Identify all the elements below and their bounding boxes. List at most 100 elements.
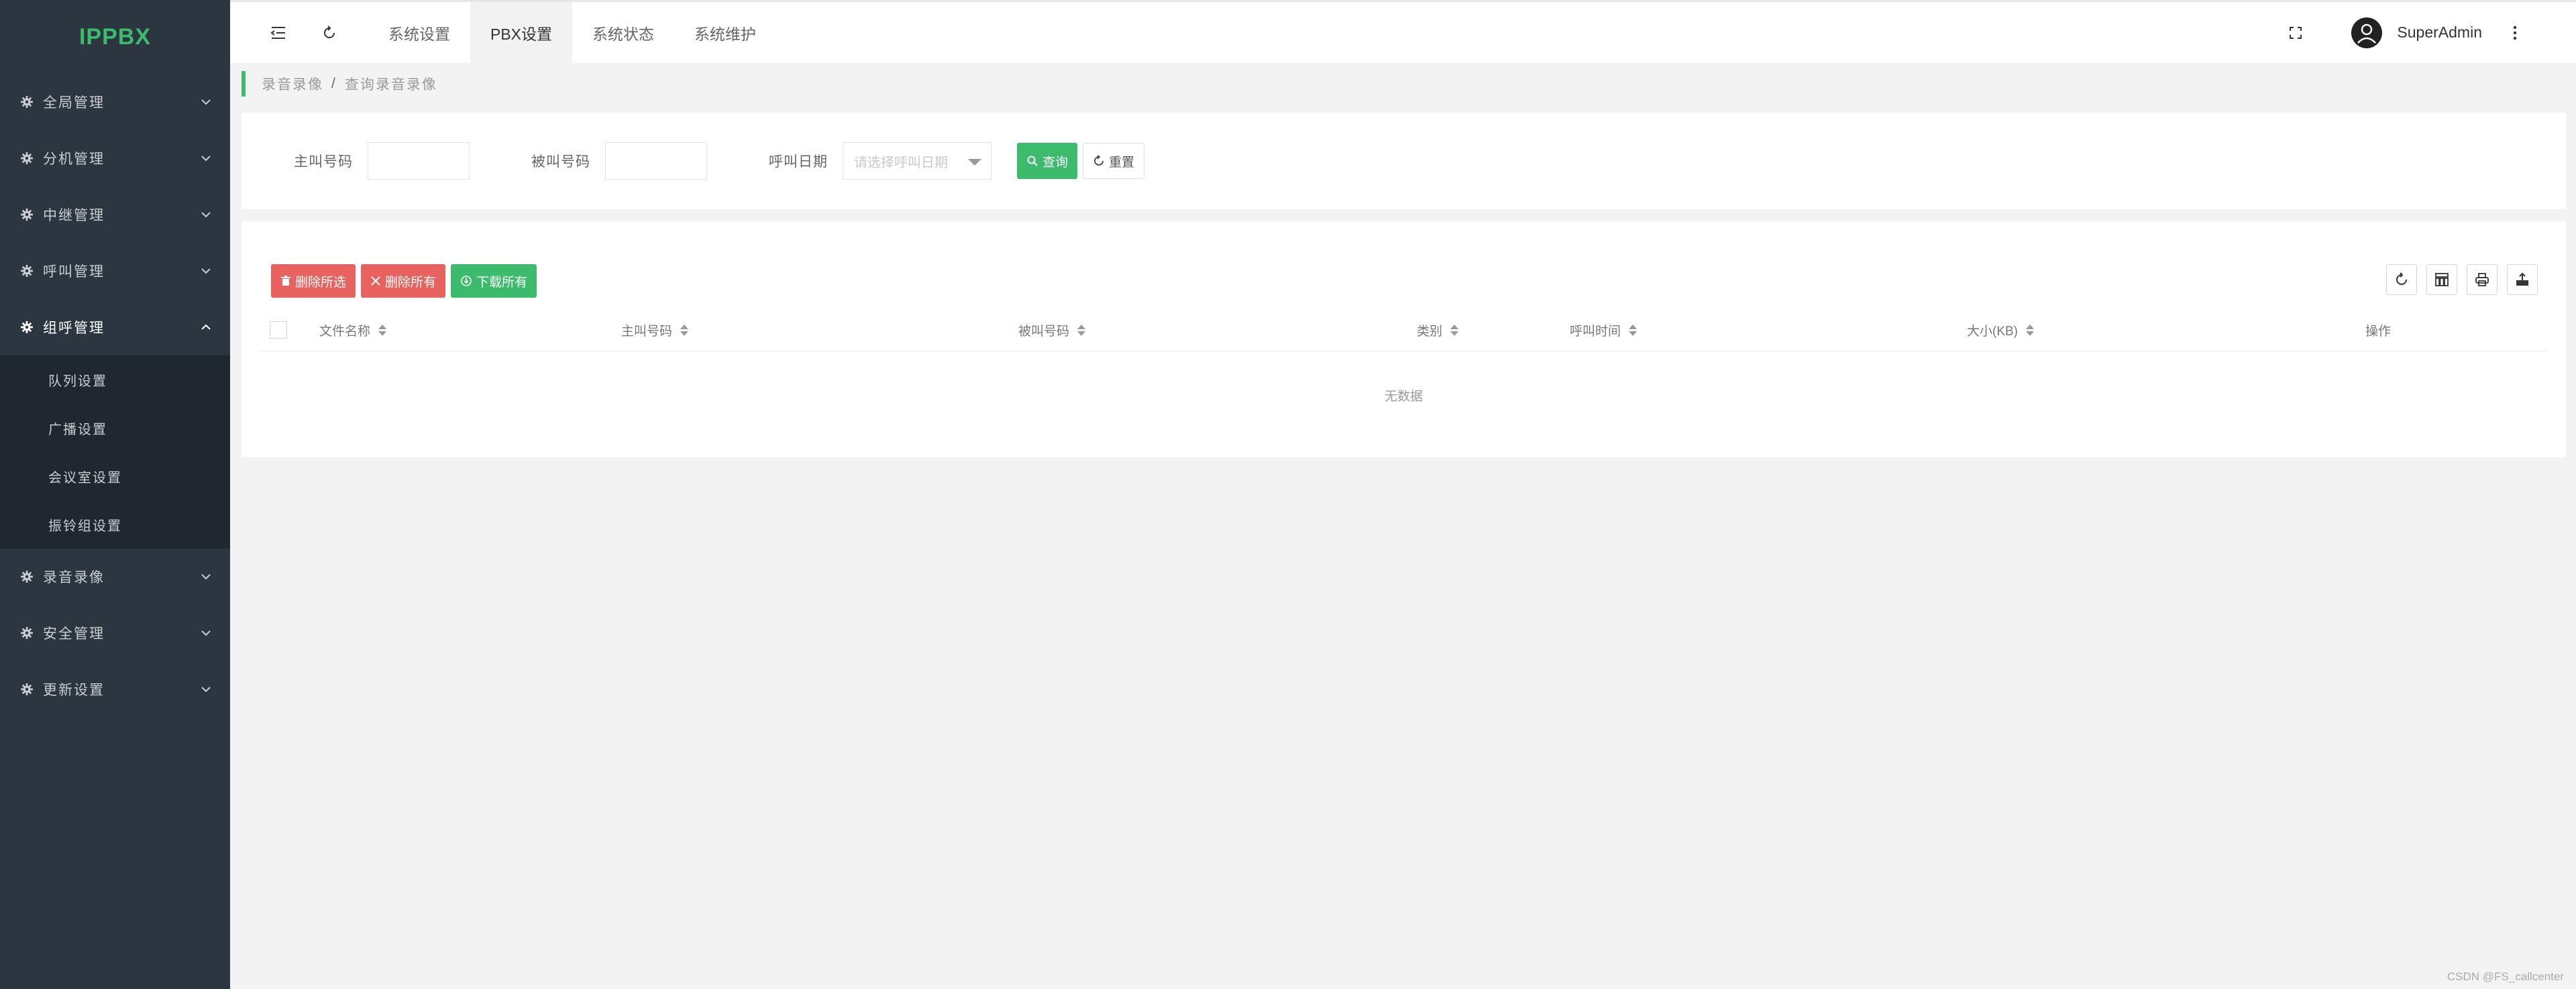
- date-placeholder: 请选择呼叫日期: [854, 155, 948, 170]
- watermark: CSDN @FS_callcenter: [2447, 970, 2564, 983]
- tab-system-status[interactable]: 系统状态: [572, 2, 674, 63]
- date-select[interactable]: 请选择呼叫日期: [843, 142, 991, 180]
- col-call-time[interactable]: 呼叫时间: [1570, 308, 1638, 351]
- callee-label: 被叫号码: [531, 154, 590, 170]
- sidebar-subitem-conference[interactable]: 会议室设置: [0, 452, 230, 500]
- table-panel: 删除所选 删除所有 下载所有 文件名称 主叫号码 被叫号码 类别 呼叫时间 大小…: [241, 221, 2566, 457]
- gear-icon: [20, 626, 34, 640]
- gear-icon: [20, 264, 34, 278]
- gear-icon: [20, 321, 34, 334]
- close-icon: [371, 276, 380, 286]
- col-caller[interactable]: 主叫号码: [621, 308, 689, 351]
- print-button[interactable]: [2467, 264, 2498, 295]
- fullscreen-icon[interactable]: [2282, 19, 2309, 46]
- sidebar: IPPBX 全局管理 分机管理 中继管理 呼叫管理 组呼管理 队列设置 广播设置…: [0, 0, 230, 989]
- sort-icon: [1450, 324, 1459, 336]
- table-toolbar: 删除所选 删除所有 下载所有: [271, 264, 542, 298]
- breadcrumb-parent[interactable]: 录音录像: [262, 74, 323, 94]
- sidebar-item-label: 录音录像: [43, 570, 105, 585]
- chevron-down-icon: [201, 268, 211, 274]
- sidebar-subitem-broadcast[interactable]: 广播设置: [0, 404, 230, 452]
- breadcrumb-current: 查询录音录像: [344, 77, 437, 93]
- avatar-icon: [2351, 17, 2383, 48]
- columns-button[interactable]: [2426, 264, 2457, 295]
- refresh-icon: [2396, 272, 2407, 285]
- sidebar-item-security[interactable]: 安全管理: [0, 605, 230, 661]
- delete-selected-button[interactable]: 删除所选: [271, 264, 356, 298]
- empty-state: 无数据: [1384, 390, 1423, 404]
- tab-pbx-settings[interactable]: PBX设置: [470, 2, 573, 63]
- callee-input[interactable]: [605, 142, 707, 180]
- chevron-down-icon: [201, 156, 211, 162]
- print-icon: [2475, 273, 2489, 286]
- download-all-label: 下载所有: [476, 275, 528, 290]
- sidebar-item-label: 全局管理: [43, 95, 105, 111]
- reset-button[interactable]: 重置: [1083, 143, 1145, 179]
- export-icon: [2516, 272, 2528, 286]
- sidebar-item-call[interactable]: 呼叫管理: [0, 243, 230, 299]
- col-callee[interactable]: 被叫号码: [1018, 308, 1086, 351]
- sidebar-item-label: 中继管理: [43, 208, 105, 223]
- sidebar-item-update[interactable]: 更新设置: [0, 661, 230, 717]
- username: SuperAdmin: [2397, 23, 2482, 41]
- columns-icon: [2435, 273, 2449, 286]
- download-all-button[interactable]: 下载所有: [451, 264, 537, 298]
- download-icon: [461, 276, 472, 286]
- tab-system-settings[interactable]: 系统设置: [368, 2, 470, 63]
- table-header: 文件名称 主叫号码 被叫号码 类别 呼叫时间 大小(KB) 操作: [259, 308, 2546, 351]
- user-menu[interactable]: SuperAdmin: [2351, 2, 2482, 63]
- sidebar-subitem-queue[interactable]: 队列设置: [0, 355, 230, 404]
- gear-icon: [20, 208, 34, 221]
- sidebar-item-recording[interactable]: 录音录像: [0, 548, 230, 605]
- caller-label: 主叫号码: [294, 154, 353, 170]
- delete-all-button[interactable]: 删除所有: [361, 264, 446, 298]
- chevron-up-icon: [201, 324, 211, 330]
- sidebar-item-extension[interactable]: 分机管理: [0, 130, 230, 186]
- delete-selected-label: 删除所选: [295, 275, 347, 290]
- sidebar-item-trunk[interactable]: 中继管理: [0, 186, 230, 243]
- reset-icon: [1094, 155, 1104, 166]
- gear-icon: [20, 95, 34, 109]
- menu-toggle-icon[interactable]: [265, 19, 292, 46]
- sort-icon: [1077, 324, 1086, 336]
- more-vertical-icon[interactable]: [2502, 19, 2528, 46]
- export-button[interactable]: [2507, 264, 2538, 295]
- col-size[interactable]: 大小(KB): [1967, 308, 2035, 351]
- sidebar-item-label: 安全管理: [43, 626, 105, 642]
- delete-all-label: 删除所有: [385, 275, 437, 290]
- sidebar-submenu: 队列设置 广播设置 会议室设置 振铃组设置: [0, 355, 230, 548]
- gear-icon: [20, 152, 34, 165]
- refresh-icon[interactable]: [316, 19, 343, 46]
- sidebar-item-label: 组呼管理: [43, 321, 105, 336]
- query-button[interactable]: 查询: [1017, 143, 1078, 179]
- col-filename[interactable]: 文件名称: [319, 308, 387, 351]
- refresh-table-button[interactable]: [2386, 264, 2417, 295]
- date-label: 呼叫日期: [769, 154, 828, 170]
- chevron-down-icon: [201, 99, 211, 105]
- trash-icon: [281, 276, 290, 286]
- reset-label: 重置: [1109, 155, 1135, 170]
- caller-input[interactable]: [368, 142, 470, 180]
- breadcrumb-separator: /: [331, 76, 337, 91]
- col-type[interactable]: 类别: [1417, 308, 1459, 351]
- sidebar-item-label: 更新设置: [43, 683, 105, 698]
- select-all-checkbox[interactable]: [270, 308, 287, 351]
- search-panel: 主叫号码 被叫号码 呼叫日期 请选择呼叫日期 查询 重置: [241, 113, 2566, 209]
- table-tools: [2377, 264, 2538, 295]
- sort-icon: [1629, 324, 1638, 336]
- sidebar-subitem-ring-group[interactable]: 振铃组设置: [0, 500, 230, 548]
- sort-icon: [378, 324, 387, 336]
- sidebar-item-global[interactable]: 全局管理: [0, 74, 230, 130]
- sort-icon: [680, 324, 689, 336]
- chevron-down-icon: [201, 212, 211, 218]
- topbar: 系统设置 PBX设置 系统状态 系统维护 SuperAdmin: [230, 0, 2576, 63]
- sort-icon: [2026, 324, 2035, 336]
- chevron-down-icon: [201, 630, 211, 636]
- app-logo: IPPBX: [78, 23, 152, 50]
- breadcrumb: 录音录像 / 查询录音录像: [241, 71, 437, 97]
- tab-system-maintenance[interactable]: 系统维护: [674, 2, 776, 63]
- sidebar-item-label: 呼叫管理: [43, 264, 105, 280]
- chevron-down-icon: [201, 687, 211, 693]
- sidebar-item-group-call[interactable]: 组呼管理: [0, 299, 230, 355]
- search-icon: [1027, 156, 1038, 166]
